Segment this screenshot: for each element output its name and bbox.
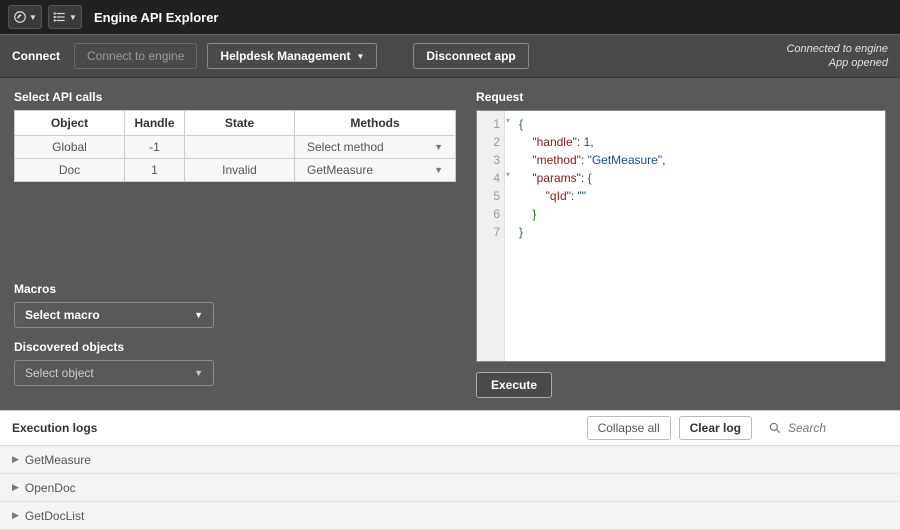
- table-row: Global-1 Select method▼: [15, 136, 456, 159]
- code-content: { "handle": 1, "method": "GetMeasure", "…: [505, 111, 673, 361]
- triangle-right-icon: ▶: [12, 454, 19, 465]
- connection-status: Connected to engine App opened: [786, 42, 888, 71]
- collapse-all-button[interactable]: Collapse all: [587, 416, 671, 440]
- log-row[interactable]: ▶ GetDocList: [0, 502, 900, 530]
- col-handle: Handle: [125, 111, 185, 136]
- logs-title: Execution logs: [12, 421, 97, 435]
- line-gutter: 1234567: [477, 111, 505, 361]
- request-title: Request: [476, 90, 886, 104]
- compass-menu-button[interactable]: ▼: [8, 5, 42, 29]
- logs-header: Execution logs Collapse all Clear log: [0, 410, 900, 446]
- disconnect-app-button[interactable]: Disconnect app: [413, 43, 528, 69]
- cell-state: [185, 136, 295, 159]
- logs-body: ▶ GetMeasure ▶ OpenDoc ▶ GetDocList: [0, 446, 900, 530]
- cell-method[interactable]: GetMeasure▼: [295, 159, 456, 182]
- chevron-down-icon: ▼: [29, 13, 37, 22]
- connect-to-engine-button[interactable]: Connect to engine: [74, 43, 197, 69]
- cell-object: Global: [15, 136, 125, 159]
- cell-state: Invalid: [185, 159, 295, 182]
- toolbar: Connect Connect to engine Helpdesk Manag…: [0, 34, 900, 78]
- chevron-down-icon: ▼: [69, 13, 77, 22]
- log-item-label: GetMeasure: [25, 453, 91, 467]
- search-icon: [768, 421, 782, 435]
- list-menu-button[interactable]: ▼: [48, 5, 82, 29]
- log-row[interactable]: ▶ OpenDoc: [0, 474, 900, 502]
- cell-object: Doc: [15, 159, 125, 182]
- execute-button[interactable]: Execute: [476, 372, 552, 398]
- log-search: [768, 421, 888, 435]
- connect-label: Connect: [12, 49, 60, 63]
- app-selector-dropdown[interactable]: Helpdesk Management ▼: [207, 43, 377, 69]
- table-row: Doc1InvalidGetMeasure▼: [15, 159, 456, 182]
- clear-log-button[interactable]: Clear log: [679, 416, 752, 440]
- log-search-input[interactable]: [788, 421, 888, 435]
- log-item-label: OpenDoc: [25, 481, 76, 495]
- api-calls-title: Select API calls: [14, 90, 456, 104]
- cell-handle: 1: [125, 159, 185, 182]
- discovered-object-select[interactable]: Select object ▼: [14, 360, 214, 386]
- api-calls-table: Object Handle State Methods Global-1 Sele…: [14, 110, 456, 182]
- cell-handle: -1: [125, 136, 185, 159]
- chevron-down-icon: ▼: [194, 368, 203, 378]
- col-state: State: [185, 111, 295, 136]
- triangle-right-icon: ▶: [12, 482, 19, 493]
- discovered-title: Discovered objects: [14, 340, 456, 354]
- triangle-right-icon: ▶: [12, 510, 19, 521]
- chevron-down-icon: ▼: [434, 165, 443, 175]
- chevron-down-icon: ▼: [356, 52, 364, 61]
- macro-select[interactable]: Select macro ▼: [14, 302, 214, 328]
- macros-title: Macros: [14, 282, 456, 296]
- log-row[interactable]: ▶ GetMeasure: [0, 446, 900, 474]
- chevron-down-icon: ▼: [194, 310, 203, 320]
- list-icon: [53, 10, 67, 24]
- col-object: Object: [15, 111, 125, 136]
- chevron-down-icon: ▼: [434, 142, 443, 152]
- log-item-label: GetDocList: [25, 509, 84, 523]
- compass-icon: [13, 10, 27, 24]
- col-methods: Methods: [295, 111, 456, 136]
- cell-method[interactable]: Select method▼: [295, 136, 456, 159]
- app-title: Engine API Explorer: [94, 10, 219, 25]
- request-editor[interactable]: 1234567 { "handle": 1, "method": "GetMea…: [476, 110, 886, 362]
- titlebar: ▼ ▼ Engine API Explorer: [0, 0, 900, 34]
